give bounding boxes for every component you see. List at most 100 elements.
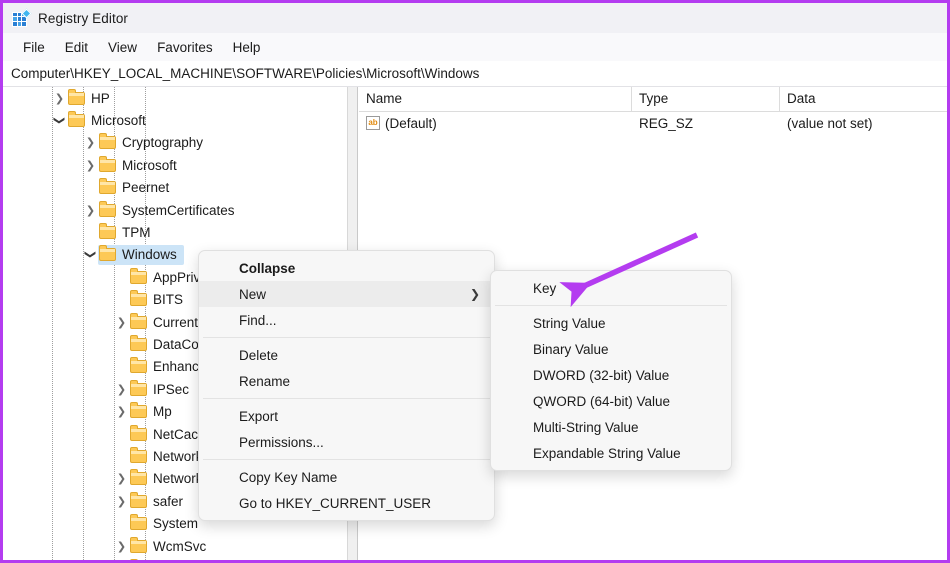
context-menu-item-copy-key-name[interactable]: Copy Key Name: [199, 464, 494, 490]
folder-icon: [99, 245, 116, 262]
chevron-right-icon[interactable]: ❯: [114, 541, 129, 552]
folder-icon: [130, 514, 147, 531]
tree-item-microsoft[interactable]: ❯ Microsoft: [3, 154, 347, 176]
column-header-name[interactable]: Name: [359, 87, 632, 111]
context-menu-item-collapse[interactable]: Collapse: [199, 255, 494, 281]
chevron-right-icon[interactable]: ❯: [114, 384, 129, 395]
context-menu-item-export[interactable]: Export: [199, 403, 494, 429]
tree-item-label: Microsoft: [122, 157, 177, 173]
folder-icon: [68, 111, 85, 128]
menu-item-file[interactable]: File: [13, 37, 55, 58]
registry-editor-icon: [12, 8, 32, 27]
values-column-headers: Name Type Data: [359, 87, 947, 112]
folder-icon: [99, 200, 116, 217]
submenu-item-multi-string-value[interactable]: Multi-String Value: [491, 414, 731, 440]
context-menu-item-label: Export: [239, 408, 279, 424]
chevron-right-icon[interactable]: ❯: [114, 317, 129, 328]
tree-item-label: safer: [153, 493, 184, 509]
tree-item-systemcertificates[interactable]: ❯ SystemCertificates: [3, 199, 347, 221]
tree-item-peernet[interactable]: Peernet: [3, 177, 347, 199]
submenu-item-expandable-string-value[interactable]: Expandable String Value: [491, 440, 731, 466]
context-menu-item-label: New: [239, 286, 267, 302]
menu-item-help[interactable]: Help: [223, 37, 271, 58]
chevron-down-icon[interactable]: ❯: [53, 113, 66, 128]
folder-icon: [99, 133, 116, 150]
chevron-right-icon[interactable]: ❯: [114, 406, 129, 417]
chevron-down-icon[interactable]: ❯: [84, 247, 97, 262]
menu-separator: [495, 305, 727, 306]
menu-bar: File Edit View Favorites Help: [3, 33, 947, 61]
tree-item-tpm[interactable]: TPM: [3, 221, 347, 243]
menu-separator: [203, 459, 490, 460]
menu-item-favorites[interactable]: Favorites: [147, 37, 223, 58]
context-menu-item-find[interactable]: Find...: [199, 307, 494, 333]
context-menu-item-label: Collapse: [239, 260, 296, 276]
menu-separator: [203, 337, 490, 338]
chevron-right-icon[interactable]: ❯: [114, 473, 129, 484]
submenu-item-qword-64-bit-value[interactable]: QWORD (64-bit) Value: [491, 388, 731, 414]
tree-item-label: IPSec: [153, 381, 190, 397]
tree-item-cryptography[interactable]: ❯ Cryptography: [3, 132, 347, 154]
submenu-item-key[interactable]: Key: [491, 275, 731, 301]
value-data-cell: (value not set): [787, 115, 873, 131]
tree-item-label: Mp: [153, 404, 172, 420]
menu-separator: [203, 398, 490, 399]
string-value-icon: ab: [366, 116, 380, 130]
tree-item-label: SystemCertificates: [122, 202, 235, 218]
value-row[interactable]: ab (Default) REG_SZ (value not set): [359, 112, 947, 134]
context-menu-item-label: Go to HKEY_CURRENT_USER: [239, 495, 432, 511]
tree-item-microsoft[interactable]: ❯ Microsoft: [3, 109, 347, 131]
context-menu-item-label: Copy Key Name: [239, 469, 338, 485]
value-name-label: (Default): [385, 115, 437, 131]
chevron-right-icon: ❯: [469, 287, 480, 301]
folder-icon: [130, 267, 147, 284]
chevron-right-icon[interactable]: ❯: [114, 496, 129, 507]
context-submenu-new[interactable]: Key String Value Binary Value DWORD (32-bit…: [490, 270, 732, 471]
folder-icon: [99, 223, 116, 240]
context-menu-item-delete[interactable]: Delete: [199, 342, 494, 368]
folder-icon: [130, 536, 147, 553]
context-menu-item-permissions[interactable]: Permissions...: [199, 429, 494, 455]
window-title: Registry Editor: [38, 10, 129, 26]
tree-item-label: BITS: [153, 292, 184, 308]
title-bar: Registry Editor: [3, 3, 947, 33]
folder-icon: [99, 178, 116, 195]
chevron-right-icon[interactable]: ❯: [83, 160, 98, 171]
folder-icon: [130, 446, 147, 463]
submenu-item-string-value[interactable]: String Value: [491, 310, 731, 336]
column-header-data[interactable]: Data: [780, 87, 947, 111]
context-menu-item-label: Delete: [239, 347, 279, 363]
menu-item-edit[interactable]: Edit: [55, 37, 98, 58]
folder-icon: [130, 424, 147, 441]
tree-item-label: Cryptography: [122, 135, 204, 151]
folder-icon: [130, 334, 147, 351]
context-menu-item-label: Permissions...: [239, 434, 324, 450]
address-bar[interactable]: Computer\HKEY_LOCAL_MACHINE\SOFTWARE\Pol…: [3, 61, 947, 87]
folder-icon: [130, 379, 147, 396]
registry-editor-window: Registry Editor File Edit View Favorites Hel…: [0, 0, 950, 563]
tree-item-label: Peernet: [122, 180, 170, 196]
address-path: Computer\HKEY_LOCAL_MACHINE\SOFTWARE\Pol…: [11, 66, 480, 81]
context-menu-item-label: Rename: [239, 373, 291, 389]
chevron-right-icon[interactable]: ❯: [83, 137, 98, 148]
column-header-type[interactable]: Type: [632, 87, 780, 111]
tree-item-label: HP: [91, 90, 110, 106]
tree-item-label: Windows: [122, 247, 177, 263]
context-menu[interactable]: Collapse New ❯ Find... Delete Rename Export Per…: [198, 250, 495, 521]
chevron-right-icon[interactable]: ❯: [52, 93, 67, 104]
tree-item-hp[interactable]: ❯ HP: [3, 87, 347, 109]
context-menu-item-new[interactable]: New ❯: [199, 281, 494, 307]
menu-item-view[interactable]: View: [98, 37, 147, 58]
context-menu-item-rename[interactable]: Rename: [199, 368, 494, 394]
tree-item-wcmsvc[interactable]: ❯ WcmSvc: [3, 535, 347, 557]
context-menu-item-go-to-hkey-current-user[interactable]: Go to HKEY_CURRENT_USER: [199, 490, 494, 516]
folder-icon: [130, 357, 147, 374]
folder-icon: [130, 402, 147, 419]
submenu-item-dword-32-bit-value[interactable]: DWORD (32-bit) Value: [491, 362, 731, 388]
value-name-cell: ab (Default): [359, 116, 632, 131]
submenu-item-binary-value[interactable]: Binary Value: [491, 336, 731, 362]
chevron-right-icon[interactable]: ❯: [83, 205, 98, 216]
tree-item-label: Microsoft: [91, 113, 146, 129]
tree-item-workplacejoin[interactable]: WorkplaceJoin: [3, 557, 347, 560]
values-list: ab (Default) REG_SZ (value not set): [359, 112, 947, 134]
